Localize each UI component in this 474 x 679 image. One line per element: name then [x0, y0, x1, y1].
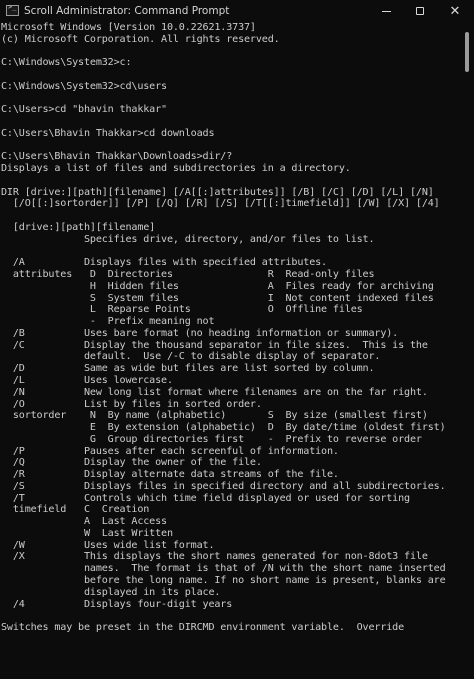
console-line: /D Same as wide but files are list sorte… — [1, 363, 375, 375]
console-line: C:\Windows\System32>cd\users — [1, 80, 167, 92]
console-line: W Last Written — [1, 527, 173, 539]
console-line: before the long name. If no short name i… — [1, 574, 446, 586]
maximize-button[interactable] — [402, 0, 438, 22]
console-line: C:\Users\Bhavin Thakkar>cd downloads — [1, 127, 215, 139]
console-line: H Hidden files A Files ready for archivi… — [1, 280, 434, 292]
console-line: /N New long list format where filenames … — [1, 386, 428, 398]
console-line: default. Use /-C to disable display of s… — [1, 351, 381, 363]
console-line: C:\Users\Bhavin Thakkar\Downloads>dir/? — [1, 151, 233, 163]
console-line: [drive:][path][filename] — [1, 222, 156, 234]
console-line: /O List by files in sorted order. — [1, 398, 262, 410]
console-line: /T Controls which time field displayed o… — [1, 492, 410, 504]
console-line: E By extension (alphabetic) D By date/ti… — [1, 422, 446, 434]
maximize-icon — [416, 7, 424, 15]
console-line: /4 Displays four-digit years — [1, 598, 233, 610]
console-line: A Last Access — [1, 516, 167, 528]
console-line: Specifies drive, directory, and/or files… — [1, 233, 375, 245]
console-output[interactable]: Microsoft Windows [Version 10.0.22621.37… — [1, 22, 457, 679]
console-line: attributes D Directories R Read-only fil… — [1, 269, 375, 281]
minimize-icon — [381, 10, 391, 12]
console-line: timefield C Creation — [1, 504, 150, 516]
console-line: /L Uses lowercase. — [1, 374, 173, 386]
console-line: DIR [drive:][path][filename] [/A[[:]attr… — [1, 186, 434, 198]
console-line: L Reparse Points O Offline files — [1, 304, 363, 316]
console-line: /C Display the thousand separator in fil… — [1, 339, 428, 351]
console-line: (c) Microsoft Corporation. All rights re… — [1, 33, 280, 45]
console-line: sortorder N By name (alphabetic) S By si… — [1, 410, 428, 422]
scrollbar-thumb[interactable] — [465, 32, 469, 72]
console-line: /X This displays the short names generat… — [1, 551, 428, 563]
console-line: /R Display alternate data streams of the… — [1, 469, 339, 481]
console-line: C:\Windows\System32>c: — [1, 57, 132, 69]
console-line: /B Uses bare format (no heading informat… — [1, 327, 399, 339]
window-title: Scroll Administrator: Command Prompt — [24, 5, 230, 17]
console-line: Displays a list of files and subdirector… — [1, 163, 351, 175]
console-line: /Q Display the owner of the file. — [1, 457, 262, 469]
console-line: /A Displays files with specified attribu… — [1, 257, 327, 269]
vertical-scrollbar[interactable] — [461, 22, 474, 679]
cmd-app-icon — [6, 3, 19, 16]
command-prompt-window: Scroll Administrator: Command Prompt ✕ M… — [0, 0, 474, 679]
title-bar[interactable]: Scroll Administrator: Command Prompt ✕ — [0, 0, 474, 22]
console-line: /S Displays files in specified directory… — [1, 480, 446, 492]
console-line: names. The format is that of /N with the… — [1, 563, 446, 575]
console-line: displayed in its place. — [1, 586, 221, 598]
console-line: S System files I Not content indexed fil… — [1, 292, 434, 304]
minimize-button[interactable] — [368, 0, 404, 22]
console-line: G Group directories first - Prefix to re… — [1, 433, 422, 445]
console-line: /P Pauses after each screenful of inform… — [1, 445, 339, 457]
console-line: Microsoft Windows [Version 10.0.22621.37… — [1, 22, 256, 33]
console-line: C:\Users>cd "bhavin thakkar" — [1, 104, 167, 116]
console-line: - Prefix meaning not — [1, 316, 215, 328]
close-button[interactable]: ✕ — [437, 0, 473, 22]
close-icon: ✕ — [449, 3, 461, 19]
console-line: Switches may be preset in the DIRCMD env… — [1, 622, 405, 634]
console-line: /W Uses wide list format. — [1, 539, 215, 551]
console-line: [/O[[:]sortorder]] [/P] [/Q] [/R] [/S] [… — [1, 198, 440, 210]
